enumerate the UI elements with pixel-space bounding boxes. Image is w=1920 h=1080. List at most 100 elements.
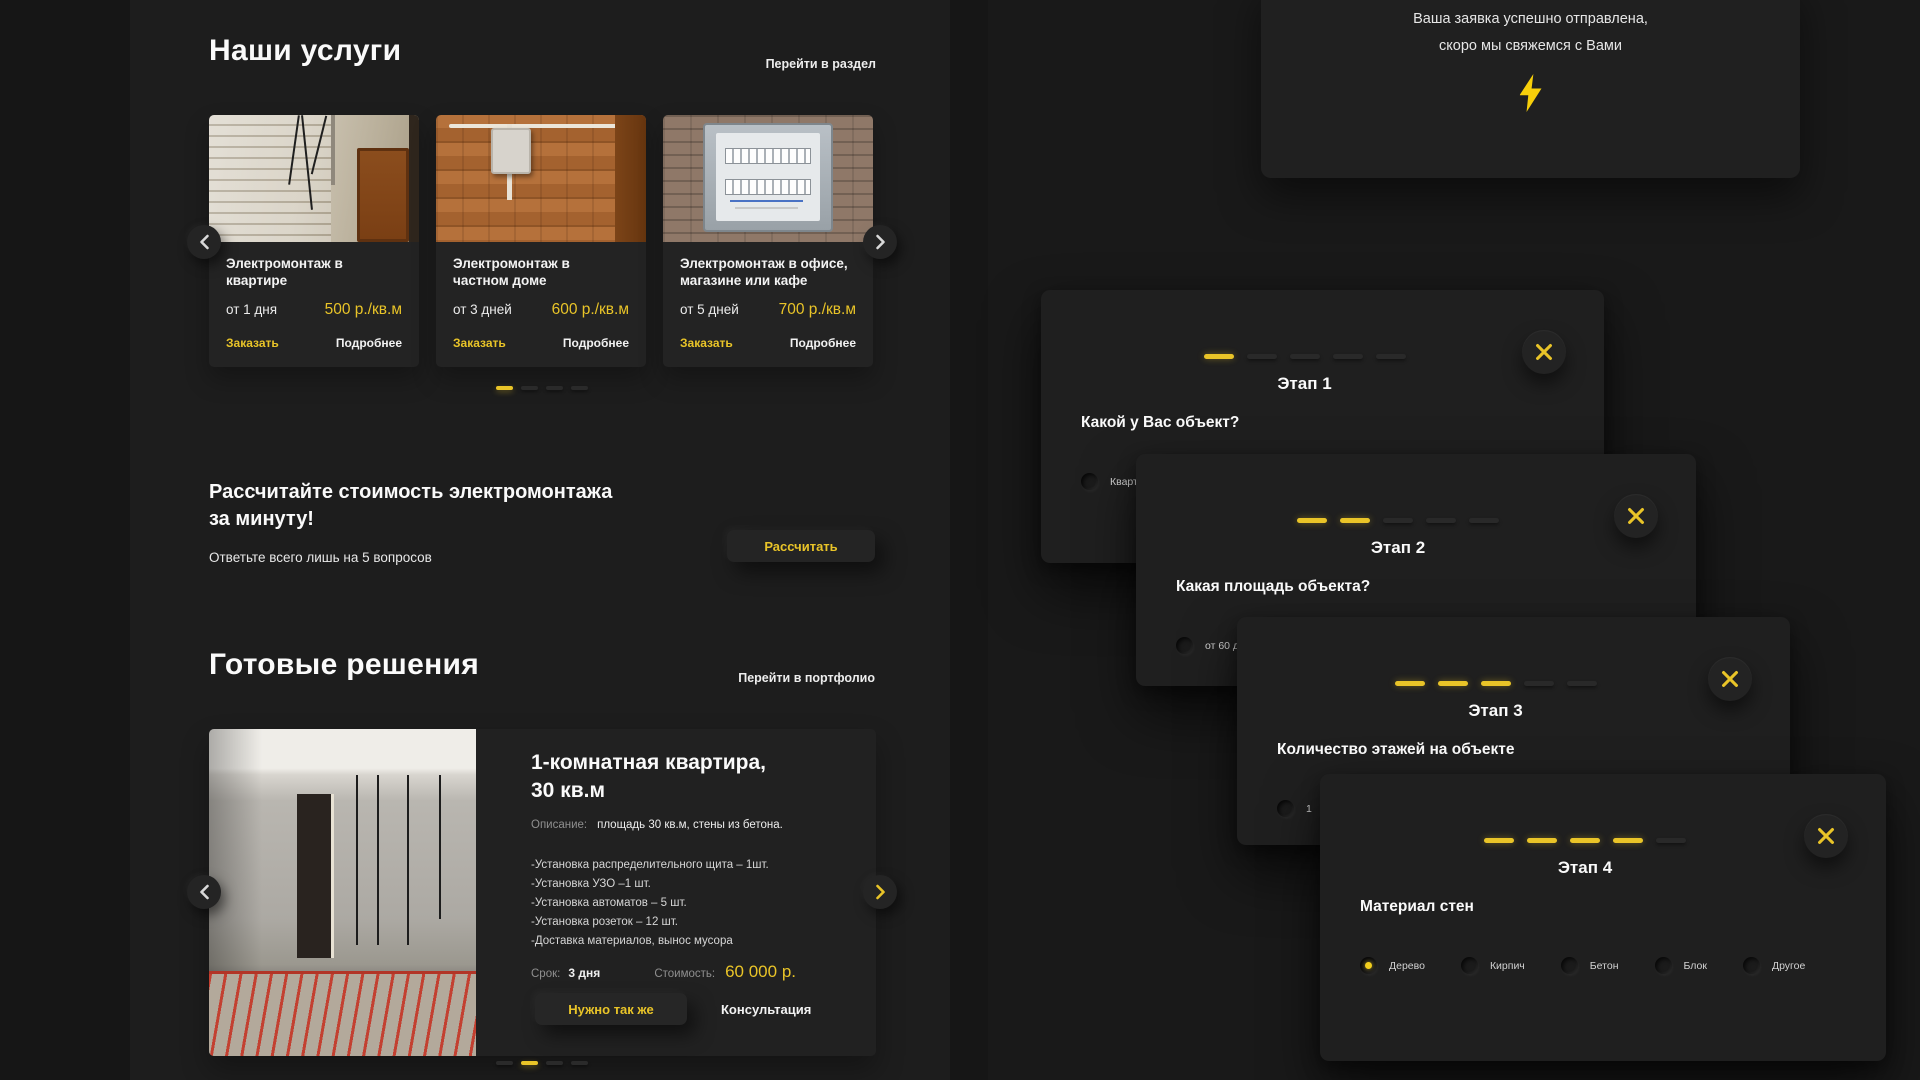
description-value: площадь 30 кв.м, стены из бетона. [597,819,783,831]
services-carousel: Электромонтаж в квартире от 1 дня 500 р.… [209,115,873,367]
portfolio-next-arrow[interactable] [863,875,897,909]
close-button[interactable] [1522,330,1566,374]
radio-option[interactable]: Кирпич [1461,957,1525,974]
step-modal-4: Этап 4 Материал стен Дерево Кирпич Бетон… [1320,774,1886,1061]
work-list-item: -Установка распределительного щита – 1шт… [531,856,769,875]
radio-option[interactable]: от 60 до [1176,637,1245,654]
service-photo-office [663,115,873,242]
portfolio-item-title-line1: 1-комнатная квартира, [531,749,766,777]
service-duration: от 3 дней [453,302,512,317]
calculator-title-line2: за минуту! [209,506,612,533]
radio-button[interactable] [1461,957,1478,974]
portfolio-meta-row: Срок: 3 дня Стоимость: 60 000 р. [531,962,796,982]
radio-button[interactable] [1277,800,1294,817]
details-button[interactable]: Подробнее [563,336,629,350]
cost-value: 60 000 р. [725,962,796,982]
step-question: Какая площадь объекта? [1176,578,1370,596]
pagination-dash[interactable] [571,386,588,390]
success-message-line2: скоро мы свяжемся с Вами [1261,33,1800,60]
work-list-item: -Установка розеток – 12 шт. [531,913,769,932]
pagination-dash[interactable] [521,1061,538,1065]
close-button[interactable] [1708,657,1752,701]
service-title: Электромонтаж в квартире [226,255,402,299]
radio-option[interactable]: 1 [1277,800,1312,817]
success-notification: Ваша заявка успешно отправлена, скоро мы… [1261,0,1800,178]
portfolio-section-link[interactable]: Перейти в портфолио [738,671,875,685]
chevron-left-icon [199,884,210,900]
portfolio-photo [209,729,476,1056]
lightning-bolt-icon [1520,74,1542,112]
term-value: 3 дня [568,966,600,980]
calculator-title: Рассчитайте стоимость электромонтажа за … [209,479,612,533]
pagination-dash[interactable] [521,386,538,390]
success-message: Ваша заявка успешно отправлена, скоро мы… [1261,6,1800,60]
service-price: 500 р./кв.м [325,301,402,319]
chevron-right-icon [875,234,886,250]
radio-option[interactable]: Бетон [1561,957,1619,974]
radio-option[interactable]: Блок [1655,957,1707,974]
radio-button[interactable] [1561,957,1578,974]
pagination-dash[interactable] [496,386,513,390]
radio-button[interactable] [1176,637,1193,654]
step-question: Какой у Вас объект? [1081,414,1239,432]
step-question: Материал стен [1360,898,1474,916]
work-list-item: -Доставка материалов, вынос мусора [531,932,769,951]
portfolio-item-title: 1-комнатная квартира, 30 кв.м [531,749,766,805]
portfolio-prev-arrow[interactable] [187,875,221,909]
close-icon [1815,825,1837,847]
radio-button[interactable] [1743,957,1760,974]
success-message-line1: Ваша заявка успешно отправлена, [1261,6,1800,33]
radio-button[interactable] [1655,957,1672,974]
order-button[interactable]: Заказать [226,336,279,350]
pagination-dash[interactable] [546,1061,563,1065]
step-options: 1 [1277,800,1312,817]
services-section-link[interactable]: Перейти в раздел [766,57,876,71]
services-prev-arrow[interactable] [187,225,221,259]
work-list-item: -Установка УЗО –1 шт. [531,875,769,894]
calculator-subtitle: Ответьте всего лишь на 5 вопросов [209,550,432,565]
cost-label: Стоимость: [654,968,715,980]
services-title: Наши услуги [209,34,401,68]
step-progress-bar [1395,681,1597,686]
radio-label: Блок [1684,960,1707,972]
service-duration: от 1 дня [226,302,277,317]
radio-button[interactable] [1360,957,1377,974]
pagination-dash[interactable] [546,386,563,390]
service-duration: от 5 дней [680,302,739,317]
service-photo-house [436,115,646,242]
step-label: Этап 2 [1118,538,1678,558]
details-button[interactable]: Подробнее [790,336,856,350]
order-button[interactable]: Заказать [453,336,506,350]
need-same-button[interactable]: Нужно так же [535,993,687,1025]
radio-option[interactable]: Другое [1743,957,1805,974]
service-card-apartment: Электромонтаж в квартире от 1 дня 500 р.… [209,115,419,367]
radio-label: Дерево [1389,960,1425,972]
service-title: Электромонтаж в офисе, магазине или кафе [680,255,856,299]
details-button[interactable]: Подробнее [336,336,402,350]
services-pagination [496,386,588,390]
radio-label: Другое [1772,960,1805,972]
service-title: Электромонтаж в частном доме [453,255,629,299]
step-label: Этап 4 [1302,858,1868,878]
radio-option[interactable]: Дерево [1360,957,1425,974]
close-button[interactable] [1804,814,1848,858]
radio-button[interactable] [1081,473,1098,490]
term-label: Срок: [531,968,560,980]
description-label: Описание: [531,819,587,831]
consultation-button[interactable]: Консультация [721,1002,811,1017]
portfolio-card: 1-комнатная квартира, 30 кв.м Описание: п… [209,729,876,1056]
pagination-dash[interactable] [496,1061,513,1065]
portfolio-work-list: -Установка распределительного щита – 1шт… [531,856,769,951]
radio-label: Кирпич [1490,960,1525,972]
pagination-dash[interactable] [571,1061,588,1065]
calculate-button[interactable]: Рассчитать [727,530,875,562]
service-price: 600 р./кв.м [552,301,629,319]
portfolio-title: Готовые решения [209,648,479,682]
chevron-left-icon [199,234,210,250]
order-button[interactable]: Заказать [680,336,733,350]
services-next-arrow[interactable] [863,225,897,259]
close-button[interactable] [1614,494,1658,538]
step-progress-bar [1484,838,1686,843]
portfolio-item-title-line2: 30 кв.м [531,777,766,805]
service-photo-apartment [209,115,419,242]
